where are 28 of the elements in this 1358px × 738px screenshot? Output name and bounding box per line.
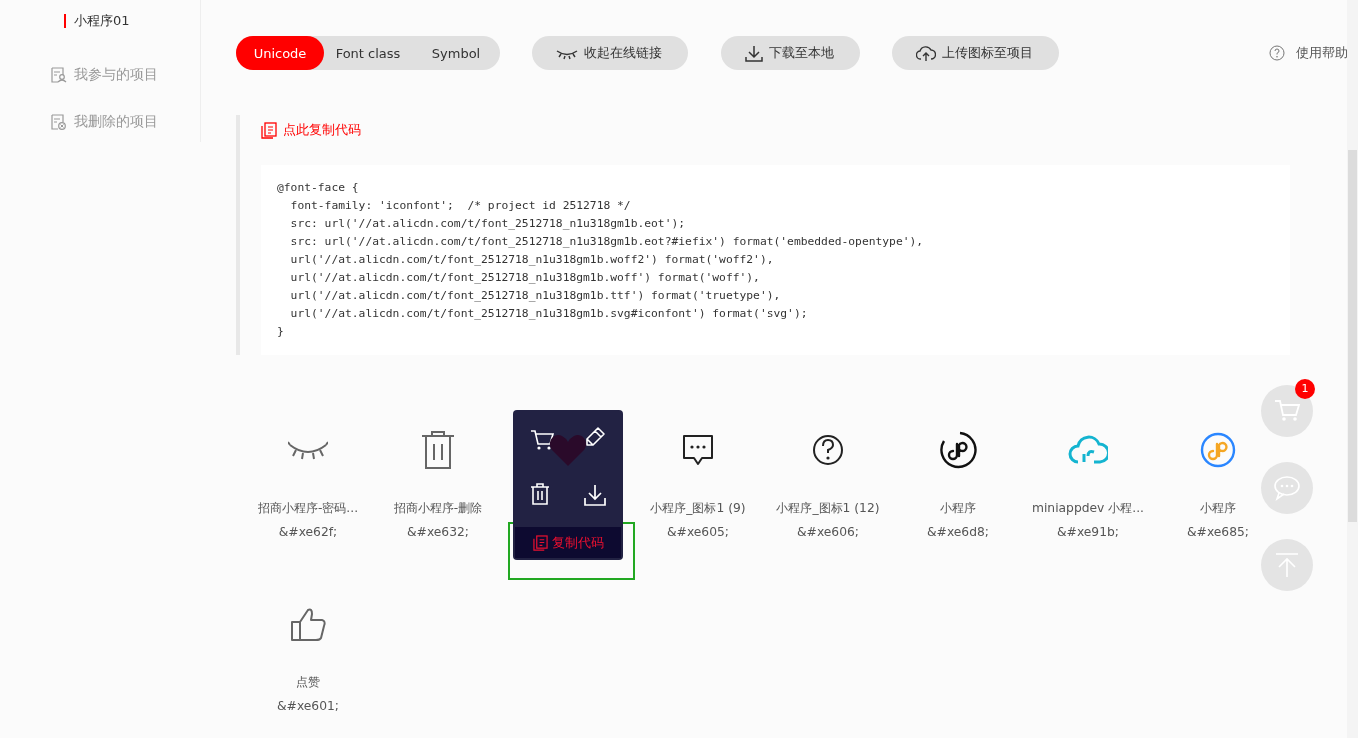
action-button[interactable]: 上传图标至项目 — [892, 36, 1059, 70]
sidebar-item[interactable]: 小程序01 — [0, 14, 200, 28]
tab[interactable]: Symbol — [412, 36, 500, 70]
copy-code-link[interactable]: 点此复制代码 — [261, 121, 361, 139]
icon-code: &#xe6d8; — [927, 524, 989, 540]
icon-code: &#xe91b; — [1057, 524, 1119, 540]
icon-name: 招商小程序-删除 — [393, 500, 483, 516]
count-badge: 1 — [1295, 379, 1315, 399]
action-button[interactable]: 收起在线链接 — [532, 36, 688, 70]
icon-name: 小程序_图标1 (12) — [776, 500, 880, 516]
icon-name: miniappdev 小程... — [1031, 500, 1144, 516]
icon-code: &#xe632; — [407, 524, 469, 540]
icon-name: 招商小程序-密码... — [257, 500, 359, 516]
icon-name: 小程序_图标1 (9) — [650, 500, 746, 516]
code-block: @font-face { font-family: 'iconfont'; /* project id 2512718 */ src: url('//at.alicdn.com/t/font_2512718_n1u318gm1b.eot'); src: url('//at.alicdn.com/t/font_2512718_n1u318gm1b.eot?#iefix') format('embedded-opentype'), url('//at.alicdn.com/t/font_2512718_n1u318gm1b.woff2') format('woff2'), url('//at.alicdn.com/t/font_2512718_n1u318gm1b.woff') format('woff'), url('//at.alicdn.com/t/font_2512718_n1u318gm1b.ttf') format('truetype'), url('//at.alicdn.com/t/font_2512718_n1u318gm1b.svg#iconfont') format('svg'); } — [261, 165, 1290, 355]
help-link[interactable]: 使用帮助 — [1269, 44, 1348, 62]
icon-name: 小程序 — [940, 500, 976, 516]
icon-name: 点赞 — [296, 674, 320, 690]
tab[interactable]: Font class — [324, 36, 412, 70]
action-button[interactable]: 下载至本地 — [721, 36, 860, 70]
copy-code-button[interactable]: 复制代码 — [515, 527, 621, 558]
icon-name: 小程序 — [1200, 500, 1236, 516]
icon-code: &#xe606; — [797, 524, 859, 540]
tab[interactable]: Unicode — [236, 36, 324, 70]
icon-code: &#xe62f; — [278, 524, 338, 540]
icon-code: &#xe685; — [1187, 524, 1249, 540]
icon-code: &#xe605; — [667, 524, 729, 540]
icon-code: &#xe601; — [277, 698, 339, 714]
